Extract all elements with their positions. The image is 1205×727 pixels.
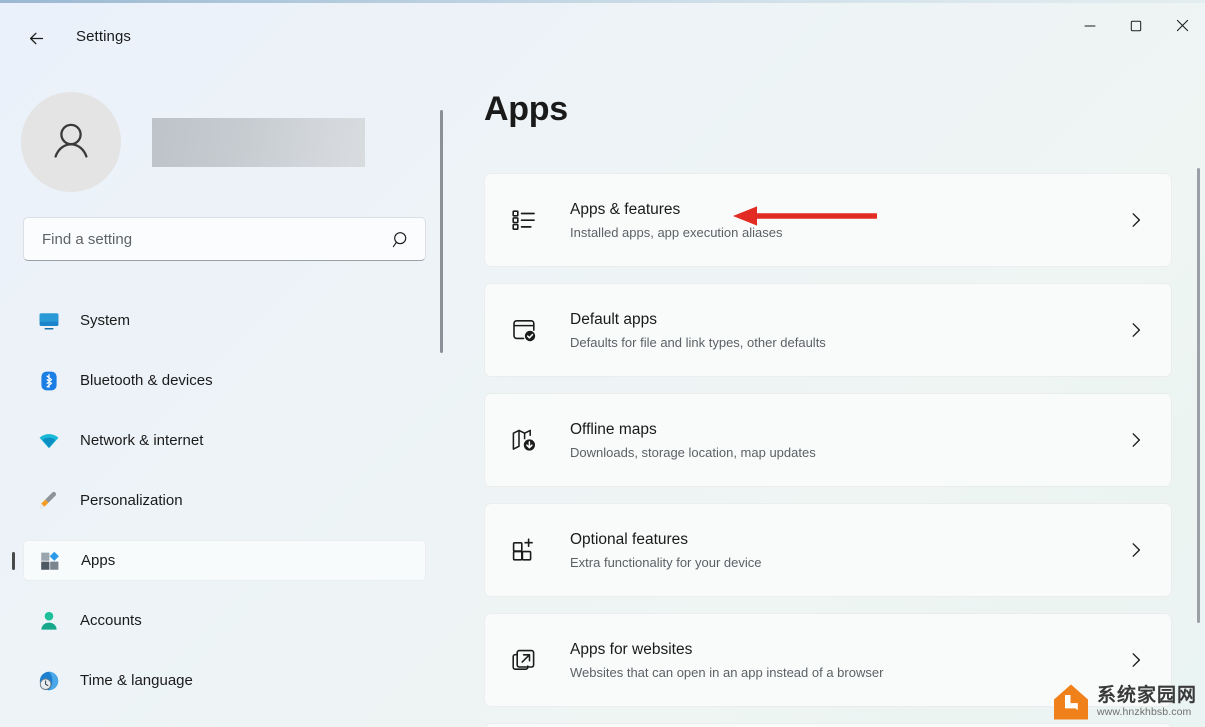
app-title: Settings (76, 28, 131, 45)
back-arrow-icon (29, 32, 43, 44)
card-optional-features[interactable]: Optional features Extra functionality fo… (484, 503, 1172, 597)
card-subtitle: Defaults for file and link types, other … (570, 334, 826, 350)
sidebar-item-personalization[interactable]: Personalization (23, 480, 426, 521)
card-partial-next[interactable] (484, 723, 1172, 727)
card-default-apps[interactable]: Default apps Defaults for file and link … (484, 283, 1172, 377)
page-title: Apps (484, 90, 568, 128)
card-title: Offline maps (570, 420, 657, 438)
sidebar-item-label: Personalization (80, 492, 183, 509)
user-name-redacted (152, 117, 365, 167)
card-title: Optional features (570, 530, 689, 548)
clock-globe-icon (38, 670, 60, 692)
main-scrollbar[interactable] (1197, 168, 1200, 623)
sidebar-item-system[interactable]: System (23, 300, 426, 341)
card-title: Default apps (570, 310, 658, 328)
card-subtitle: Installed apps, app execution aliases (570, 224, 783, 240)
chevron-right-icon (1123, 647, 1149, 673)
sidebar-item-apps[interactable]: Apps (23, 540, 426, 581)
card-offline-maps[interactable]: Offline maps Downloads, storage location… (484, 393, 1172, 487)
window-controls (1067, 3, 1205, 48)
card-subtitle: Extra functionality for your device (570, 554, 762, 570)
paintbrush-icon (38, 490, 60, 512)
sidebar: System Bluetooth & devices (0, 48, 456, 727)
card-subtitle: Downloads, storage location, map updates (570, 444, 816, 460)
window-check-icon (508, 314, 540, 346)
search-icon (392, 231, 407, 247)
main-content: Apps Apps & features Installed apps, app… (456, 48, 1205, 727)
sidebar-item-label: Time & language (80, 672, 193, 689)
chevron-right-icon (1123, 207, 1149, 233)
sidebar-item-label: System (80, 312, 131, 329)
minimize-icon (1084, 25, 1096, 26)
map-download-icon (508, 424, 540, 456)
wifi-icon (38, 430, 60, 452)
card-text: Apps & features Installed apps, app exec… (570, 199, 1123, 242)
chevron-right-icon (1123, 427, 1149, 453)
sidebar-nav: System Bluetooth & devices Network & int… (0, 300, 456, 727)
apps-blocks-icon (39, 550, 61, 572)
card-text: Default apps Defaults for file and link … (570, 309, 1123, 352)
sidebar-item-label: Bluetooth & devices (80, 372, 213, 389)
list-bullets-icon (508, 204, 540, 236)
sidebar-item-label: Accounts (80, 612, 142, 629)
chevron-right-icon (1123, 537, 1149, 563)
bluetooth-icon (38, 370, 60, 392)
sidebar-item-time-language[interactable]: Time & language (23, 660, 426, 701)
card-text: Apps for websites Websites that can open… (570, 639, 1123, 682)
card-subtitle: Websites that can open in an app instead… (570, 664, 884, 680)
card-text: Offline maps Downloads, storage location… (570, 419, 1123, 462)
sidebar-item-label: Apps (81, 552, 116, 569)
search-input[interactable] (42, 230, 392, 248)
sidebar-scrollbar[interactable] (440, 110, 443, 353)
minimize-button[interactable] (1067, 3, 1113, 48)
card-title: Apps for websites (570, 640, 693, 658)
sidebar-item-label: Network & internet (80, 432, 204, 449)
sidebar-item-bluetooth-devices[interactable]: Bluetooth & devices (23, 360, 426, 401)
user-profile[interactable] (21, 92, 365, 192)
maximize-button[interactable] (1113, 3, 1159, 48)
close-icon (1176, 19, 1188, 32)
search-box[interactable] (23, 217, 426, 261)
sidebar-item-accounts[interactable]: Accounts (23, 600, 426, 641)
grid-plus-icon (508, 534, 540, 566)
card-title: Apps & features (570, 200, 681, 218)
chevron-right-icon (1123, 317, 1149, 343)
close-button[interactable] (1159, 3, 1205, 48)
settings-card-list: Apps & features Installed apps, app exec… (484, 173, 1172, 727)
avatar (21, 92, 121, 192)
person-avatar-icon (54, 123, 88, 158)
settings-window: Settings Find a setting System Bluetooth… (0, 0, 1205, 727)
card-text: Optional features Extra functionality fo… (570, 529, 1123, 572)
title-bar: Settings (0, 3, 1205, 48)
card-apps-and-features[interactable]: Apps & features Installed apps, app exec… (484, 173, 1172, 267)
accounts-person-icon (38, 610, 60, 632)
external-link-stack-icon (508, 644, 540, 676)
maximize-icon (1130, 20, 1142, 31)
sidebar-item-network-internet[interactable]: Network & internet (23, 420, 426, 461)
card-apps-for-websites[interactable]: Apps for websites Websites that can open… (484, 613, 1172, 707)
monitor-icon (38, 310, 60, 332)
